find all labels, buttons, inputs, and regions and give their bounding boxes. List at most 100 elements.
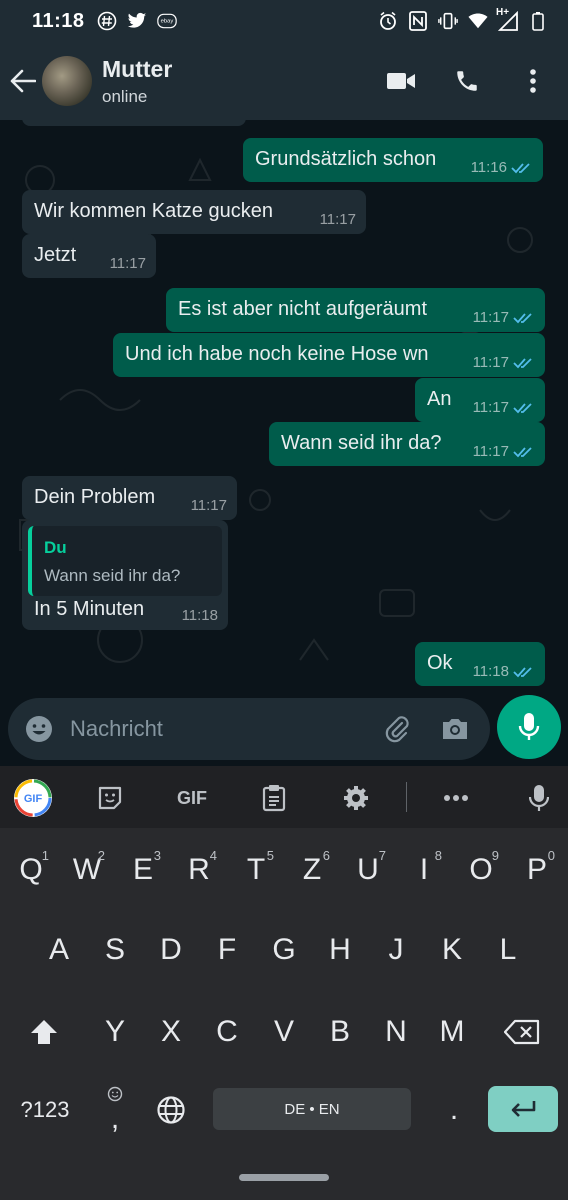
message-bubble[interactable]: Es ist aber nicht aufgeräumt 11:17 bbox=[166, 288, 545, 332]
key-d[interactable]: D bbox=[147, 920, 195, 980]
signal-icon: H+ bbox=[496, 7, 518, 31]
comma-key[interactable]: , bbox=[91, 1080, 139, 1140]
backspace-key[interactable] bbox=[498, 1002, 546, 1062]
contact-info[interactable]: Mutter online bbox=[102, 56, 172, 107]
key-s[interactable]: S bbox=[91, 920, 139, 980]
message-text: Wir kommen Katze gucken bbox=[34, 200, 273, 222]
arrow-left-icon bbox=[10, 69, 36, 93]
menu-button[interactable] bbox=[518, 66, 548, 96]
key-j[interactable]: J bbox=[372, 920, 420, 980]
gif-button[interactable]: GIF bbox=[168, 778, 216, 818]
message-bubble[interactable]: Dein Problem 11:17 bbox=[22, 476, 237, 520]
keyboard-settings-button[interactable] bbox=[336, 778, 376, 818]
keyboard-toolbar: GIF GIF bbox=[0, 766, 568, 828]
mic-icon bbox=[518, 713, 540, 740]
space-key[interactable]: DE • EN bbox=[213, 1088, 411, 1130]
more-tools-button[interactable] bbox=[436, 778, 476, 818]
read-ticks-icon bbox=[513, 402, 532, 413]
key-u[interactable]: U7 bbox=[344, 840, 392, 900]
message-time: 11:17 bbox=[472, 399, 509, 416]
vibrate-icon bbox=[438, 11, 458, 31]
shift-key[interactable] bbox=[20, 1002, 68, 1062]
chat-header: Mutter online bbox=[0, 42, 568, 120]
attach-button[interactable] bbox=[380, 712, 414, 746]
message-text: Und ich habe noch keine Hose wn bbox=[125, 343, 429, 365]
message-bubble[interactable]: Wann seid ihr da? 11:17 bbox=[269, 422, 545, 466]
twitter-icon bbox=[127, 11, 147, 31]
key-n[interactable]: N bbox=[372, 1002, 420, 1062]
key-k[interactable]: K bbox=[428, 920, 476, 980]
toolbar-divider bbox=[406, 782, 407, 812]
key-v[interactable]: V bbox=[260, 1002, 308, 1062]
message-bubble[interactable]: Wir kommen Katze gucken 11:17 bbox=[22, 190, 366, 234]
ebay-kleinanzeigen-icon: ebay bbox=[156, 11, 177, 31]
quoted-message[interactable]: Du Wann seid ihr da? bbox=[28, 526, 222, 596]
symbols-key[interactable]: ?123 bbox=[14, 1080, 76, 1140]
video-call-button[interactable] bbox=[386, 66, 416, 96]
read-ticks-icon bbox=[513, 666, 532, 677]
key-c[interactable]: C bbox=[203, 1002, 251, 1062]
read-ticks-icon bbox=[513, 312, 532, 323]
key-o[interactable]: O9 bbox=[457, 840, 505, 900]
back-button[interactable] bbox=[4, 42, 42, 120]
message-time: 11:18 bbox=[181, 607, 218, 624]
message-text: An bbox=[427, 388, 452, 410]
reply-message-bubble[interactable]: Du Wann seid ihr da? In 5 Minuten 11:18 bbox=[22, 520, 228, 630]
sticker-icon bbox=[98, 786, 122, 810]
message-time: 11:18 bbox=[472, 663, 509, 680]
key-y[interactable]: Y bbox=[91, 1002, 139, 1062]
wifi-icon bbox=[468, 11, 488, 31]
enter-key[interactable] bbox=[488, 1086, 558, 1132]
key-q[interactable]: Q1 bbox=[7, 840, 55, 900]
composer: Nachricht bbox=[0, 692, 568, 766]
message-bubble[interactable]: Jetzt 11:17 bbox=[22, 234, 156, 278]
camera-button[interactable] bbox=[438, 712, 472, 746]
google-button[interactable]: GIF bbox=[13, 778, 53, 818]
status-bar: 11:18 ebay H+ bbox=[0, 0, 568, 42]
key-z[interactable]: Z6 bbox=[288, 840, 336, 900]
clipboard-button[interactable] bbox=[254, 778, 294, 818]
avatar[interactable] bbox=[42, 56, 92, 106]
language-key[interactable] bbox=[147, 1080, 195, 1140]
key-x[interactable]: X bbox=[147, 1002, 195, 1062]
key-e[interactable]: E3 bbox=[119, 840, 167, 900]
gif-label: GIF bbox=[177, 787, 207, 808]
key-t[interactable]: T5 bbox=[232, 840, 280, 900]
key-h[interactable]: H bbox=[316, 920, 364, 980]
home-gesture-handle[interactable] bbox=[239, 1174, 329, 1181]
key-r[interactable]: R4 bbox=[175, 840, 223, 900]
key-p[interactable]: P0 bbox=[513, 840, 561, 900]
chat-area[interactable]: Grundsätzlich schon 11:16 Wir kommen Kat… bbox=[0, 120, 568, 692]
message-time: 11:17 bbox=[109, 255, 146, 272]
message-bubble[interactable]: Ok 11:18 bbox=[415, 642, 545, 686]
navigation-bar bbox=[0, 1158, 568, 1200]
message-text: Es ist aber nicht aufgeräumt bbox=[178, 298, 428, 320]
period-key[interactable]: . bbox=[430, 1080, 478, 1140]
sticker-button[interactable] bbox=[90, 778, 130, 818]
emoji-button[interactable] bbox=[22, 712, 56, 746]
key-l[interactable]: L bbox=[484, 920, 532, 980]
key-f[interactable]: F bbox=[203, 920, 251, 980]
hashtag-icon bbox=[97, 11, 117, 31]
key-b[interactable]: B bbox=[316, 1002, 364, 1062]
shift-icon bbox=[31, 1020, 57, 1044]
message-input[interactable]: Nachricht bbox=[70, 716, 163, 742]
message-text: Jetzt bbox=[34, 244, 77, 266]
alarm-icon bbox=[378, 11, 398, 31]
paperclip-icon bbox=[385, 716, 409, 743]
message-time: 11:16 bbox=[470, 159, 507, 176]
voice-call-button[interactable] bbox=[452, 66, 482, 96]
message-bubble[interactable]: An 11:17 bbox=[415, 378, 545, 422]
key-m[interactable]: M bbox=[428, 1002, 476, 1062]
message-bubble[interactable]: Und ich habe noch keine Hose wn 11:17 bbox=[113, 333, 545, 377]
read-ticks-icon bbox=[511, 162, 530, 173]
key-a[interactable]: A bbox=[35, 920, 83, 980]
key-g[interactable]: G bbox=[260, 920, 308, 980]
settings-icon bbox=[344, 786, 368, 810]
svg-text:ebay: ebay bbox=[160, 19, 173, 25]
voice-record-button[interactable] bbox=[497, 695, 561, 759]
voice-typing-button[interactable] bbox=[519, 778, 559, 818]
message-bubble[interactable]: Grundsätzlich schon 11:16 bbox=[243, 138, 543, 182]
key-i[interactable]: I8 bbox=[400, 840, 448, 900]
key-w[interactable]: W2 bbox=[63, 840, 111, 900]
